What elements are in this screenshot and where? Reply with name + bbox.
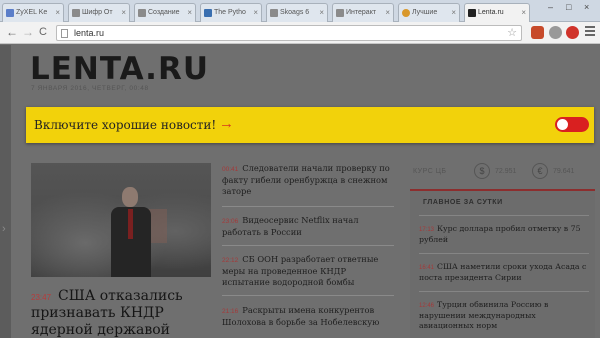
- tab-label: Lenta.ru: [478, 9, 504, 16]
- feed-time: 00:41: [222, 166, 239, 173]
- left-rail[interactable]: ›: [0, 45, 11, 338]
- extension-icon[interactable]: [549, 26, 562, 39]
- date-line: 7 ЯНВАРЯ 2016, ЧЕТВЕРГ, 00:48: [31, 85, 149, 92]
- top-stories-panel: ГЛАВНОЕ ЗА СУТКИ 17:13 Курс доллара проби…: [410, 189, 595, 338]
- tab-favicon: [204, 9, 212, 17]
- feed-title: Видеосервис Netflix начал работать в Рос…: [222, 215, 359, 237]
- tab-favicon: [402, 9, 410, 17]
- top-stories-header: ГЛАВНОЕ ЗА СУТКИ: [423, 199, 503, 206]
- tab-favicon: [138, 9, 146, 17]
- feed-title: СБ ООН разработает ответные меры на пров…: [222, 254, 379, 287]
- tab-favicon: [6, 9, 14, 17]
- story-title: Турция обвинила Россию в нарушении между…: [419, 300, 549, 330]
- tab-close-icon[interactable]: ×: [521, 8, 526, 17]
- usd-rate: 72.951: [495, 168, 517, 175]
- tab-skoags[interactable]: Skoags 6 ×: [266, 3, 328, 22]
- story-title: США наметили сроки ухода Асада с поста п…: [419, 262, 587, 282]
- tab-label: Skoags 6: [280, 9, 310, 16]
- address-bar[interactable]: lenta.ru ☆: [56, 25, 522, 41]
- tab-favicon: [468, 9, 476, 17]
- tab-close-icon[interactable]: ×: [253, 8, 258, 17]
- window-close-icon[interactable]: ×: [584, 2, 589, 12]
- dollar-icon: $: [474, 163, 490, 179]
- tab-close-icon[interactable]: ×: [121, 8, 126, 17]
- lead-headline[interactable]: США отказались признавать КНДР ядерной д…: [31, 288, 211, 338]
- feed-time: 22:12: [222, 257, 239, 264]
- browser-window: ZyXEL Ke × Шифр От × Создание × The Pyth…: [0, 0, 600, 338]
- divider: [222, 295, 394, 296]
- lead-photo[interactable]: [31, 163, 211, 277]
- feed-item[interactable]: 21:16 Раскрыты имена конкурентов Шолохова…: [222, 305, 394, 328]
- tab-sozdanie[interactable]: Создание ×: [134, 3, 196, 22]
- feed-title: Следователи начали проверку по факту гиб…: [222, 163, 390, 196]
- story-time: 16:41: [419, 265, 435, 271]
- tab-favicon: [72, 9, 80, 17]
- chevron-right-icon[interactable]: ›: [2, 223, 6, 235]
- extension-icon[interactable]: [531, 26, 544, 39]
- tab-label: The Pytho: [214, 9, 246, 16]
- good-news-toggle[interactable]: [555, 117, 589, 132]
- page-icon: [61, 29, 68, 38]
- person-figure: [111, 187, 167, 277]
- good-news-banner: Включите хорошие новости! →: [26, 107, 594, 143]
- tab-lenta[interactable]: Lenta.ru ×: [464, 3, 530, 22]
- feed-time: 23:06: [222, 218, 239, 225]
- extension-icon[interactable]: [566, 26, 579, 39]
- divider: [222, 206, 394, 207]
- feed-item[interactable]: 22:12 СБ ООН разработает ответные меры на…: [222, 254, 394, 288]
- story-time: 12:46: [419, 303, 435, 309]
- tab-close-icon[interactable]: ×: [55, 8, 60, 17]
- minimize-icon[interactable]: –: [548, 2, 553, 12]
- forward-icon[interactable]: →: [22, 25, 34, 39]
- tab-strip: ZyXEL Ke × Шифр От × Создание × The Pyth…: [0, 0, 600, 22]
- tab-close-icon[interactable]: ×: [451, 8, 456, 17]
- tab-label: Шифр От: [82, 9, 113, 16]
- tab-label: Лучшие: [412, 9, 438, 16]
- tab-close-icon[interactable]: ×: [385, 8, 390, 17]
- menu-icon[interactable]: [585, 26, 595, 38]
- tab-label: Создание: [148, 9, 180, 16]
- top-story-item[interactable]: 16:41 США наметили сроки ухода Асада с по…: [419, 262, 589, 283]
- reload-icon[interactable]: C: [39, 25, 47, 39]
- top-story-item[interactable]: 17:13 Курс доллара пробил отметку в 75 ру…: [419, 224, 589, 245]
- tab-shifr[interactable]: Шифр От ×: [68, 3, 130, 22]
- feed-title: Раскрыты имена конкурентов Шолохова в бо…: [222, 305, 380, 327]
- tab-close-icon[interactable]: ×: [319, 8, 324, 17]
- tab-zyxel[interactable]: ZyXEL Ke ×: [2, 3, 64, 22]
- euro-icon: €: [532, 163, 548, 179]
- divider: [419, 215, 589, 216]
- banner-text: Включите хорошие новости!: [34, 118, 217, 132]
- web-page: › LENTA.RU 7 ЯНВАРЯ 2016, ЧЕТВЕРГ, 00:48…: [0, 45, 600, 338]
- bookmark-star-icon[interactable]: ☆: [507, 26, 517, 39]
- tab-label: ZyXEL Ke: [16, 9, 48, 16]
- url-text: lenta.ru: [74, 28, 105, 38]
- feed-item[interactable]: 00:41 Следователи начали проверку по факт…: [222, 163, 394, 197]
- site-logo[interactable]: LENTA.RU: [30, 51, 209, 87]
- maximize-icon[interactable]: □: [566, 2, 571, 12]
- divider: [419, 291, 589, 292]
- rates-label: КУРС ЦБ: [413, 168, 447, 175]
- top-story-item[interactable]: 12:46 Турция обвинила Россию в нарушении …: [419, 300, 589, 331]
- tab-interakt[interactable]: Интеракт ×: [332, 3, 394, 22]
- currency-rates: КУРС ЦБ $ 72.951 € 79.641: [410, 163, 595, 183]
- feed-time: 21:16: [222, 308, 239, 315]
- story-time: 17:13: [419, 227, 435, 233]
- story-title: Курс доллара пробил отметку в 75 рублей: [419, 224, 581, 244]
- feed-item[interactable]: 23:06 Видеосервис Netflix начал работать …: [222, 215, 394, 238]
- eur-rate: 79.641: [553, 168, 575, 175]
- divider: [419, 253, 589, 254]
- divider: [222, 245, 394, 246]
- tab-label: Интеракт: [346, 9, 377, 16]
- back-icon[interactable]: ←: [6, 25, 18, 39]
- toggle-knob: [557, 119, 568, 130]
- tab-favicon: [270, 9, 278, 17]
- browser-toolbar: ← → C lenta.ru ☆: [0, 22, 600, 44]
- tab-favicon: [336, 9, 344, 17]
- tab-python[interactable]: The Pytho ×: [200, 3, 262, 22]
- tab-close-icon[interactable]: ×: [187, 8, 192, 17]
- arrow-right-icon: →: [219, 115, 234, 132]
- tab-luchshie[interactable]: Лучшие ×: [398, 3, 460, 22]
